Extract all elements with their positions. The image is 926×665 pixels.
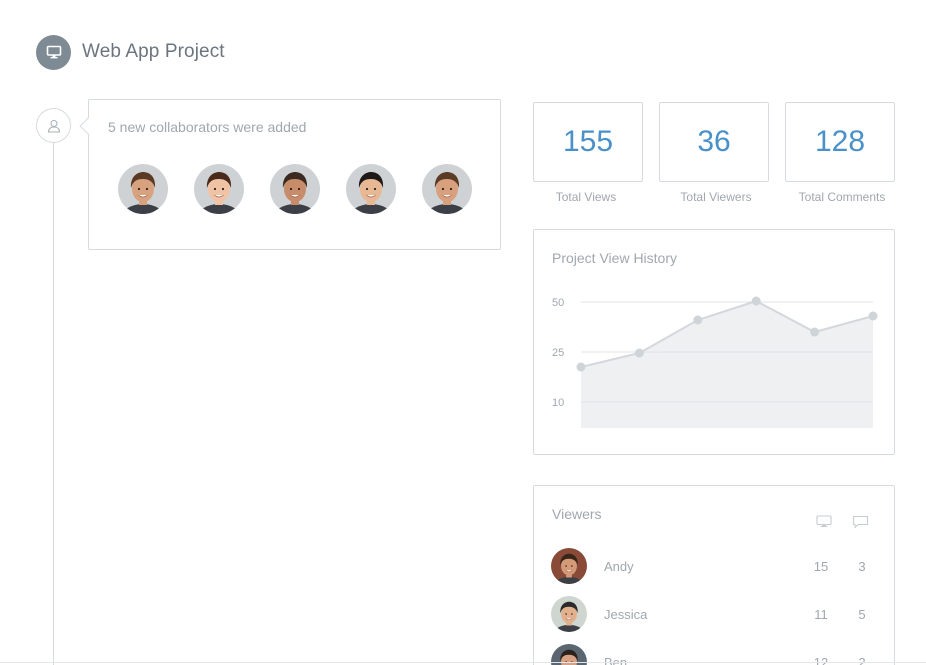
collaborator-avatar[interactable] (194, 164, 244, 214)
stat-value: 128 (814, 125, 866, 158)
activity-text: 5 new collaborators were added (108, 119, 307, 135)
user-icon (36, 108, 71, 143)
collaborator-avatar[interactable] (422, 164, 472, 214)
project-view-history-card: Project View History 10 25 50 (533, 229, 895, 455)
view-history-chart: 10 25 50 (552, 296, 878, 428)
viewer-views-count: 15 (813, 559, 829, 574)
page-header: Web App Project (36, 34, 225, 70)
timeline-line (53, 142, 54, 665)
collaborator-avatar[interactable] (270, 164, 320, 214)
chart-point (693, 315, 703, 325)
stat-label: Total Views (555, 190, 617, 204)
viewer-name: Andy (604, 559, 634, 574)
viewer-comments-count: 5 (858, 607, 866, 622)
viewer-comments-count: 3 (858, 559, 866, 574)
viewer-avatar (551, 548, 587, 584)
viewer-row[interactable]: Jessica 11 5 (551, 596, 881, 632)
comment-icon (852, 515, 869, 529)
collaborator-avatars (118, 164, 472, 214)
viewers-title: Viewers (552, 506, 602, 522)
stat-total-views: 155 (533, 102, 643, 182)
activity-card: 5 new collaborators were added (79, 99, 501, 250)
chart-y-tick-label: 25 (552, 347, 564, 359)
viewer-comments-count: 2 (858, 655, 866, 665)
viewer-name: Jessica (604, 607, 648, 622)
monitor-icon (36, 34, 71, 70)
chart-point (751, 296, 761, 306)
chart-point (576, 362, 586, 372)
chart-y-tick-label: 50 (552, 297, 564, 309)
viewer-views-count: 11 (814, 607, 828, 622)
viewer-row[interactable]: Andy 15 3 (551, 548, 881, 584)
viewers-card: Viewers Andy 15 3 Jessica 11 5 Ben 12 2 (533, 485, 895, 665)
stat-value: 155 (562, 125, 614, 158)
monitor-icon (816, 515, 832, 527)
chart-y-tick-label: 10 (552, 397, 564, 409)
stat-label: Total Comments (798, 190, 886, 204)
chart-area (581, 301, 873, 428)
chart-point (810, 327, 820, 337)
chart-point (634, 348, 644, 358)
stat-label: Total Viewers (680, 190, 752, 204)
stat-total-comments: 128 (785, 102, 895, 182)
viewer-name: Ben (604, 655, 628, 665)
collaborator-avatar[interactable] (346, 164, 396, 214)
page-title: Web App Project (82, 41, 225, 62)
viewer-avatar (551, 596, 587, 632)
page-bottom-rule (0, 662, 926, 663)
viewer-views-count: 12 (813, 655, 829, 665)
stat-total-viewers: 36 (659, 102, 769, 182)
chart-point (868, 311, 878, 321)
collaborator-avatar[interactable] (118, 164, 168, 214)
stat-value: 36 (697, 125, 731, 158)
